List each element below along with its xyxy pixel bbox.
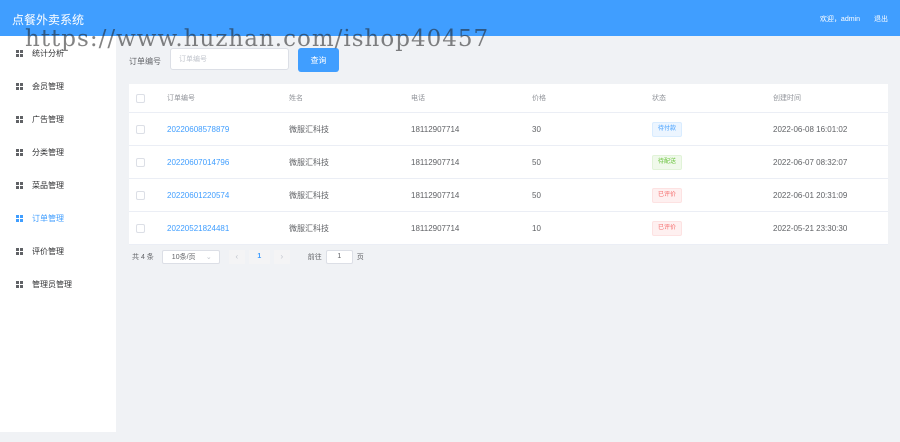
page-unit-label: 页 [356,253,364,261]
sidebar-item-dishes[interactable]: 菜品管理 [0,169,116,202]
price-value: 30 [532,124,541,134]
row-checkbox[interactable] [136,223,145,233]
status-badge: 待付款 [652,121,683,137]
column-header-status: 状态 [652,95,666,102]
logout-link[interactable]: 退出 [874,14,888,24]
created-time: 2022-06-07 08:32:07 [773,157,848,167]
column-header-order-no: 订单编号 [167,95,195,102]
sidebar-item-categories[interactable]: 分类管理 [0,136,116,169]
header-user-area: 欢迎，admin 退出 [820,14,888,24]
column-header-name: 姓名 [289,95,303,102]
created-time: 2022-06-01 20:31:09 [773,190,848,200]
created-time: 2022-06-08 16:01:02 [773,124,848,134]
table-row: 20220607014796 微服汇科技 18112907714 50 待配送 … [129,146,888,179]
watermark-text: https://www.huzhan.com/ishop40457 [25,26,490,52]
row-checkbox[interactable] [136,157,145,167]
sidebar-item-label: 订单管理 [32,214,64,223]
sidebar-item-label: 分类管理 [32,148,64,157]
table-header-row: 订单编号 姓名 电话 价格 状态 创建时间 [129,84,888,113]
sidebar-item-orders[interactable]: 订单管理 [0,202,116,235]
created-time: 2022-05-21 23:30:30 [773,223,848,233]
table-row: 20220601220574 微服汇科技 18112907714 50 已评价 … [129,179,888,212]
order-no-link[interactable]: 20220601220574 [167,179,229,211]
sidebar-item-members[interactable]: 会员管理 [0,70,116,103]
sidebar-item-label: 广告管理 [32,115,64,124]
sidebar-item-label: 管理员管理 [32,280,72,289]
customer-name: 微服汇科技 [289,157,329,167]
table-row: 20220608578879 微服汇科技 18112907714 30 待付款 … [129,113,888,146]
grid-icon [16,116,23,123]
grid-icon [16,50,23,57]
chevron-down-icon: ⌄ [205,253,212,261]
price-value: 50 [532,157,541,167]
sidebar: 统计分析 会员管理 广告管理 分类管理 菜品管理 订单管理 评价管理 管理员管理 [0,36,116,432]
order-no-link[interactable]: 20220608578879 [167,113,229,145]
goto-label: 前往 [307,253,322,261]
price-value: 10 [532,223,541,233]
order-no-label: 订单编号 [129,57,161,66]
phone-number: 18112907714 [411,223,460,233]
grid-icon [16,248,23,255]
phone-number: 18112907714 [411,124,460,134]
customer-name: 微服汇科技 [289,190,329,200]
customer-name: 微服汇科技 [289,223,329,233]
table-row: 20220521824481 微服汇科技 18112907714 10 已评价 … [129,212,888,245]
column-header-created: 创建时间 [773,95,801,102]
sidebar-item-label: 评价管理 [32,247,64,256]
page-number-current[interactable]: 1 [248,249,270,264]
order-no-link[interactable]: 20220521824481 [167,212,229,244]
grid-icon [16,215,23,222]
grid-icon [16,83,23,90]
phone-number: 18112907714 [411,190,460,200]
price-value: 50 [532,190,541,200]
sidebar-item-reviews[interactable]: 评价管理 [0,235,116,268]
page-size-value: 10条/页 [171,253,196,261]
status-badge: 已评价 [652,220,683,236]
pagination-total: 共 4 条 [132,253,154,261]
row-checkbox[interactable] [136,124,145,134]
chevron-left-icon: ‹ [235,252,239,261]
status-badge: 待配送 [652,154,683,170]
column-header-price: 价格 [532,95,546,102]
page-size-select[interactable]: 10条/页 ⌄ [161,249,220,264]
orders-table: 订单编号 姓名 电话 价格 状态 创建时间 20220608578879 微服汇… [129,84,888,245]
grid-icon [16,281,23,288]
order-no-link[interactable]: 20220607014796 [167,146,229,178]
phone-number: 18112907714 [411,157,460,167]
grid-icon [16,149,23,156]
sidebar-item-admins[interactable]: 管理员管理 [0,268,116,301]
pagination: 共 4 条 10条/页 ⌄ ‹ 1 › 前往 页 [132,249,364,264]
goto-page-input[interactable] [325,249,353,264]
status-badge: 已评价 [652,187,683,203]
next-page-button[interactable]: › [273,249,290,264]
chevron-right-icon: › [280,252,284,261]
column-header-phone: 电话 [411,95,425,102]
customer-name: 微服汇科技 [289,124,329,134]
sidebar-item-ads[interactable]: 广告管理 [0,103,116,136]
select-all-checkbox[interactable] [136,93,145,103]
sidebar-item-label: 会员管理 [32,82,64,91]
prev-page-button[interactable]: ‹ [228,249,245,264]
row-checkbox[interactable] [136,190,145,200]
grid-icon [16,182,23,189]
welcome-text: 欢迎，admin [819,16,860,23]
sidebar-item-label: 菜品管理 [32,181,64,190]
